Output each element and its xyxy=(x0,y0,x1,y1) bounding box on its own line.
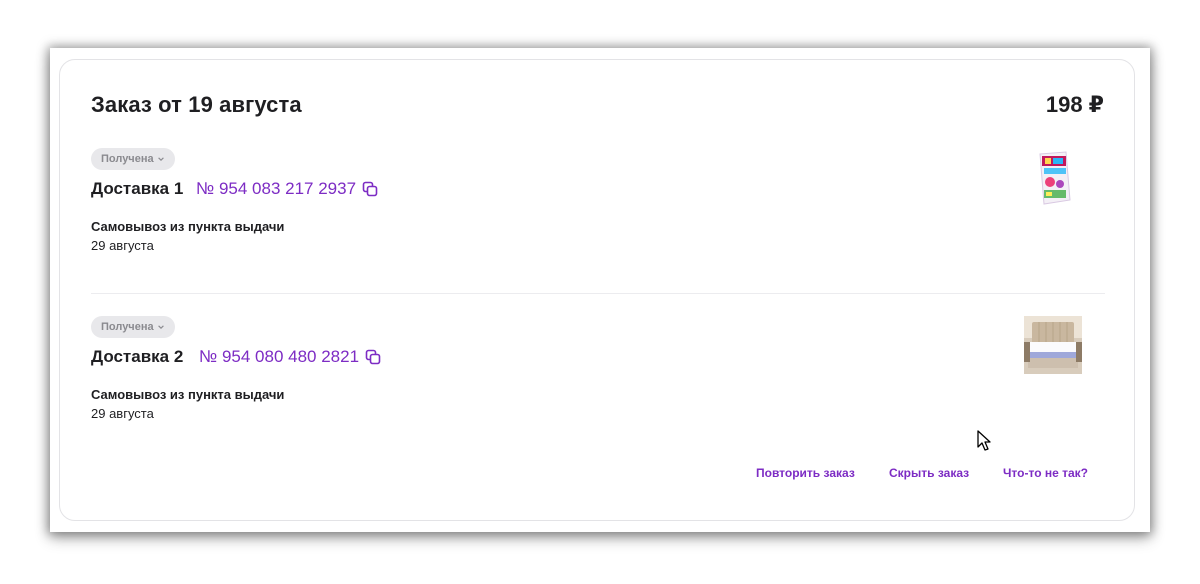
status-label: Получена xyxy=(101,321,154,333)
delivery-date: 29 августа xyxy=(91,406,154,421)
delivery-title: Доставка 2 xyxy=(91,347,184,366)
status-badge[interactable]: Получена xyxy=(91,148,175,170)
mattress-image[interactable] xyxy=(1024,316,1082,379)
delivery-title: Доставка 1 xyxy=(91,179,184,198)
tracking-number[interactable]: № 954 083 217 2937 xyxy=(196,179,378,199)
delivery-method: Самовывоз из пункта выдачи xyxy=(91,387,285,402)
order-card: Заказ от 19 августа 198 ₽ Получена Доста… xyxy=(59,59,1135,521)
tracking-number[interactable]: № 954 080 480 2821 xyxy=(199,347,381,367)
order-total: 198 ₽ xyxy=(1045,92,1104,117)
copy-icon[interactable] xyxy=(365,349,381,365)
chevron-down-icon xyxy=(157,325,164,329)
delivery-date: 29 августа xyxy=(91,238,154,253)
tracking-number-text: № 954 083 217 2937 xyxy=(196,179,357,198)
mouse-cursor-icon xyxy=(977,430,991,451)
report-problem-link[interactable]: Что-то не так? xyxy=(1003,466,1088,480)
hide-order-link[interactable]: Скрыть заказ xyxy=(889,466,969,480)
repeat-order-link[interactable]: Повторить заказ xyxy=(756,466,855,480)
tracking-number-text: № 954 080 480 2821 xyxy=(199,347,360,366)
status-label: Получена xyxy=(101,153,154,165)
delivery-method: Самовывоз из пункта выдачи xyxy=(91,219,285,234)
product-box-image[interactable] xyxy=(1036,150,1072,211)
status-badge[interactable]: Получена xyxy=(91,316,175,338)
copy-icon[interactable] xyxy=(362,181,378,197)
delivery-divider xyxy=(91,293,1105,294)
order-window: Заказ от 19 августа 198 ₽ Получена Доста… xyxy=(50,48,1150,532)
chevron-down-icon xyxy=(157,157,164,161)
order-title: Заказ от 19 августа xyxy=(91,92,302,117)
